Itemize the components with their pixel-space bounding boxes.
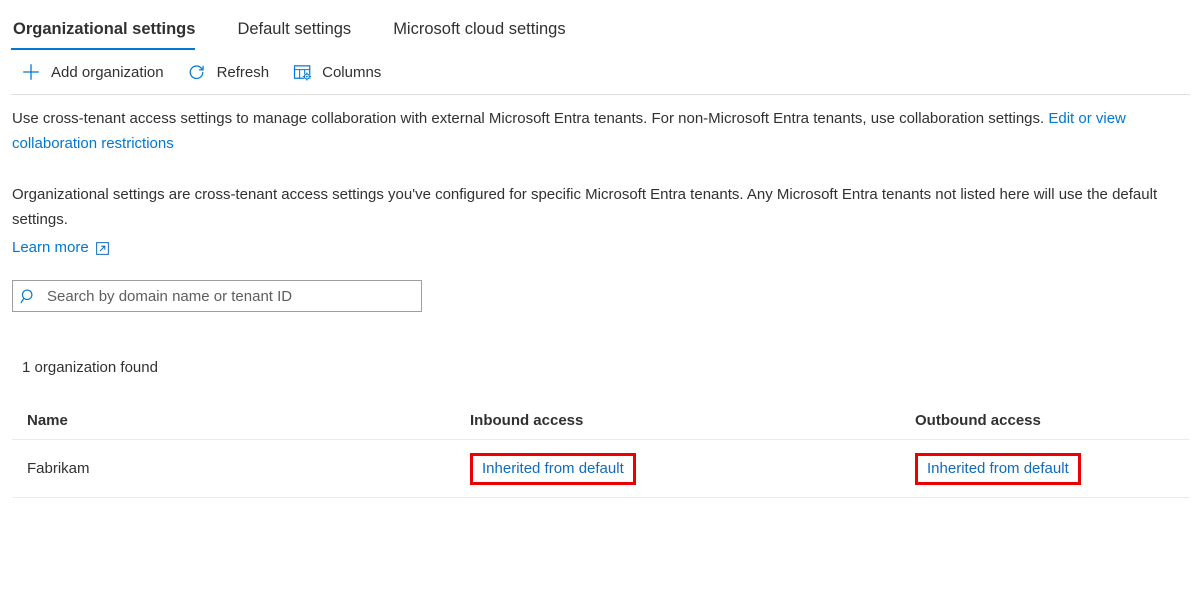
command-bar: Add organization Refresh Columns <box>0 50 1200 94</box>
tab-label: Default settings <box>237 20 351 38</box>
description-text-2: Organizational settings are cross-tenant… <box>12 186 1157 228</box>
columns-label: Columns <box>322 64 381 81</box>
search-icon <box>13 288 43 305</box>
columns-icon <box>291 61 313 83</box>
column-header-inbound-access[interactable]: Inbound access <box>470 412 915 429</box>
inbound-access-highlight: Inherited from default <box>470 453 636 485</box>
description-paragraph-2: Organizational settings are cross-tenant… <box>0 182 1182 232</box>
search-box[interactable] <box>12 280 422 312</box>
description-paragraph-1: Use cross-tenant access settings to mana… <box>0 106 1182 156</box>
outbound-access-link[interactable]: Inherited from default <box>927 460 1069 477</box>
organizations-table: Name Inbound access Outbound access Fabr… <box>12 402 1190 498</box>
refresh-label: Refresh <box>217 64 270 81</box>
learn-more-link[interactable]: Learn more <box>12 239 109 256</box>
refresh-button[interactable]: Refresh <box>186 61 270 83</box>
column-header-name[interactable]: Name <box>27 412 470 429</box>
table-row: Fabrikam Inherited from default Inherite… <box>12 440 1190 498</box>
tab-label: Microsoft cloud settings <box>393 20 565 38</box>
table-header-row: Name Inbound access Outbound access <box>12 402 1190 440</box>
tab-label: Organizational settings <box>13 20 195 38</box>
columns-button[interactable]: Columns <box>291 61 381 83</box>
refresh-icon <box>186 61 208 83</box>
tab-microsoft-cloud-settings[interactable]: Microsoft cloud settings <box>391 19 577 50</box>
add-organization-label: Add organization <box>51 64 164 81</box>
inbound-access-link[interactable]: Inherited from default <box>482 460 624 477</box>
result-count-label: 1 organization found <box>22 359 1200 376</box>
column-header-outbound-access[interactable]: Outbound access <box>915 412 1165 429</box>
tab-organizational-settings[interactable]: Organizational settings <box>11 19 207 50</box>
cell-inbound-access: Inherited from default <box>470 453 915 485</box>
outbound-access-highlight: Inherited from default <box>915 453 1081 485</box>
tab-default-settings[interactable]: Default settings <box>235 19 363 50</box>
external-link-icon <box>96 242 109 255</box>
search-input[interactable] <box>43 281 421 311</box>
learn-more-label: Learn more <box>12 239 89 256</box>
description-text-1: Use cross-tenant access settings to mana… <box>12 110 1044 127</box>
cell-organization-name: Fabrikam <box>27 460 470 477</box>
tab-bar: Organizational settings Default settings… <box>0 0 1200 50</box>
cell-outbound-access: Inherited from default <box>915 453 1165 485</box>
plus-icon <box>20 61 42 83</box>
add-organization-button[interactable]: Add organization <box>20 61 164 83</box>
command-bar-divider <box>11 94 1190 95</box>
